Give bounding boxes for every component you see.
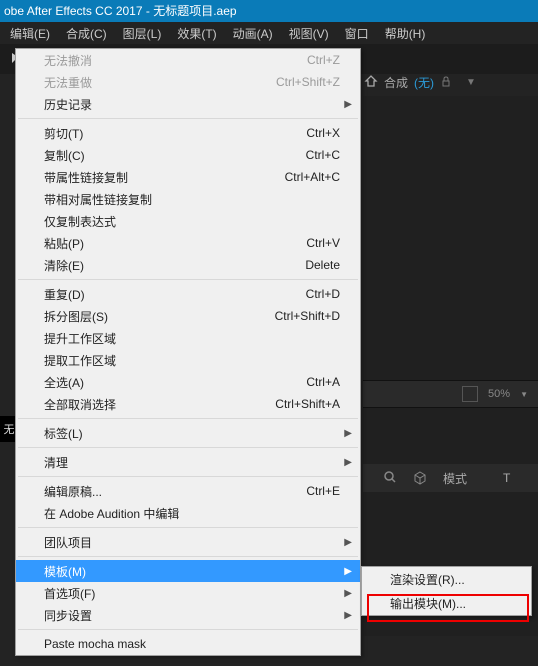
home-icon[interactable] [364, 74, 378, 91]
viewer-panel [363, 96, 538, 636]
menu-window[interactable]: 窗口 [345, 25, 369, 42]
menu-item-dup[interactable]: 重复(D)Ctrl+D [16, 283, 360, 305]
edit-dropdown-menu: 无法撤消Ctrl+Z 无法重做Ctrl+Shift+Z 历史记录▶ 剪切(T)C… [15, 48, 361, 656]
menu-item-extract[interactable]: 提取工作区域 [16, 349, 360, 371]
zoom-arrow-icon[interactable]: ▼ [520, 390, 528, 399]
menu-separator [18, 556, 358, 557]
menu-item-copy[interactable]: 复制(C)Ctrl+C [16, 144, 360, 166]
t-label: T [503, 471, 510, 485]
dropdown-arrow-icon[interactable]: ▼ [466, 77, 476, 88]
lock-icon[interactable] [440, 75, 452, 90]
menu-item-clear[interactable]: 清除(E)Delete [16, 254, 360, 276]
menu-separator [18, 279, 358, 280]
main-menubar: 编辑(E) 合成(C) 图层(L) 效果(T) 动画(A) 视图(V) 窗口 帮… [0, 22, 538, 44]
menu-item-redo[interactable]: 无法重做Ctrl+Shift+Z [16, 71, 360, 93]
menu-item-sync[interactable]: 同步设置▶ [16, 604, 360, 626]
menu-item-team[interactable]: 团队项目▶ [16, 531, 360, 553]
cube-icon[interactable] [413, 471, 427, 485]
menu-item-purge[interactable]: 清理▶ [16, 451, 360, 473]
menu-item-labels[interactable]: 标签(L)▶ [16, 422, 360, 444]
menu-anim[interactable]: 动画(A) [233, 25, 273, 42]
menu-item-paste[interactable]: 粘贴(P)Ctrl+V [16, 232, 360, 254]
menu-item-copyprop[interactable]: 带属性链接复制Ctrl+Alt+C [16, 166, 360, 188]
title-bar: obe After Effects CC 2017 - 无标题项目.aep [0, 0, 538, 22]
menu-item-mocha[interactable]: Paste mocha mask [16, 633, 360, 655]
menu-item-prefs[interactable]: 首选项(F)▶ [16, 582, 360, 604]
menu-item-split[interactable]: 拆分图层(S)Ctrl+Shift+D [16, 305, 360, 327]
menu-item-editorig[interactable]: 编辑原稿...Ctrl+E [16, 480, 360, 502]
templates-submenu: 渲染设置(R)... 输出模块(M)... [361, 566, 532, 616]
menu-item-selall[interactable]: 全选(A)Ctrl+A [16, 371, 360, 393]
menu-separator [18, 476, 358, 477]
menu-separator [18, 118, 358, 119]
menu-edit[interactable]: 编辑(E) [10, 25, 50, 42]
menu-item-desel[interactable]: 全部取消选择Ctrl+Shift+A [16, 393, 360, 415]
menu-item-copyexpr[interactable]: 仅复制表达式 [16, 210, 360, 232]
menu-item-undo[interactable]: 无法撤消Ctrl+Z [16, 49, 360, 71]
menu-separator [18, 447, 358, 448]
menu-help[interactable]: 帮助(H) [385, 25, 426, 42]
menu-comp[interactable]: 合成(C) [66, 25, 107, 42]
menu-item-audition[interactable]: 在 Adobe Audition 中编辑 [16, 502, 360, 524]
zoom-value[interactable]: 50% [488, 388, 510, 400]
comp-breadcrumb: 合成 (无) ▼ [364, 70, 476, 94]
menu-separator [18, 418, 358, 419]
search-icon[interactable] [383, 470, 397, 487]
viewer-status-bar: 50% ▼ [363, 380, 538, 408]
menu-separator [18, 629, 358, 630]
menu-view[interactable]: 视图(V) [289, 25, 329, 42]
timeline-header: 模式 T [363, 464, 538, 492]
menu-separator [18, 527, 358, 528]
submenu-output-module[interactable]: 输出模块(M)... [362, 591, 531, 615]
breadcrumb-label: 合成 [384, 74, 408, 91]
menu-effect[interactable]: 效果(T) [177, 25, 216, 42]
breadcrumb-none: (无) [414, 74, 434, 91]
transparency-grid-icon[interactable] [462, 386, 478, 402]
menu-item-templates[interactable]: 模板(M)▶ [16, 560, 360, 582]
menu-layer[interactable]: 图层(L) [123, 25, 162, 42]
menu-item-copyrel[interactable]: 带相对属性链接复制 [16, 188, 360, 210]
menu-item-history[interactable]: 历史记录▶ [16, 93, 360, 115]
menu-item-cut[interactable]: 剪切(T)Ctrl+X [16, 122, 360, 144]
mode-label: 模式 [443, 470, 467, 487]
submenu-render-settings[interactable]: 渲染设置(R)... [362, 567, 531, 591]
menu-item-lift[interactable]: 提升工作区域 [16, 327, 360, 349]
